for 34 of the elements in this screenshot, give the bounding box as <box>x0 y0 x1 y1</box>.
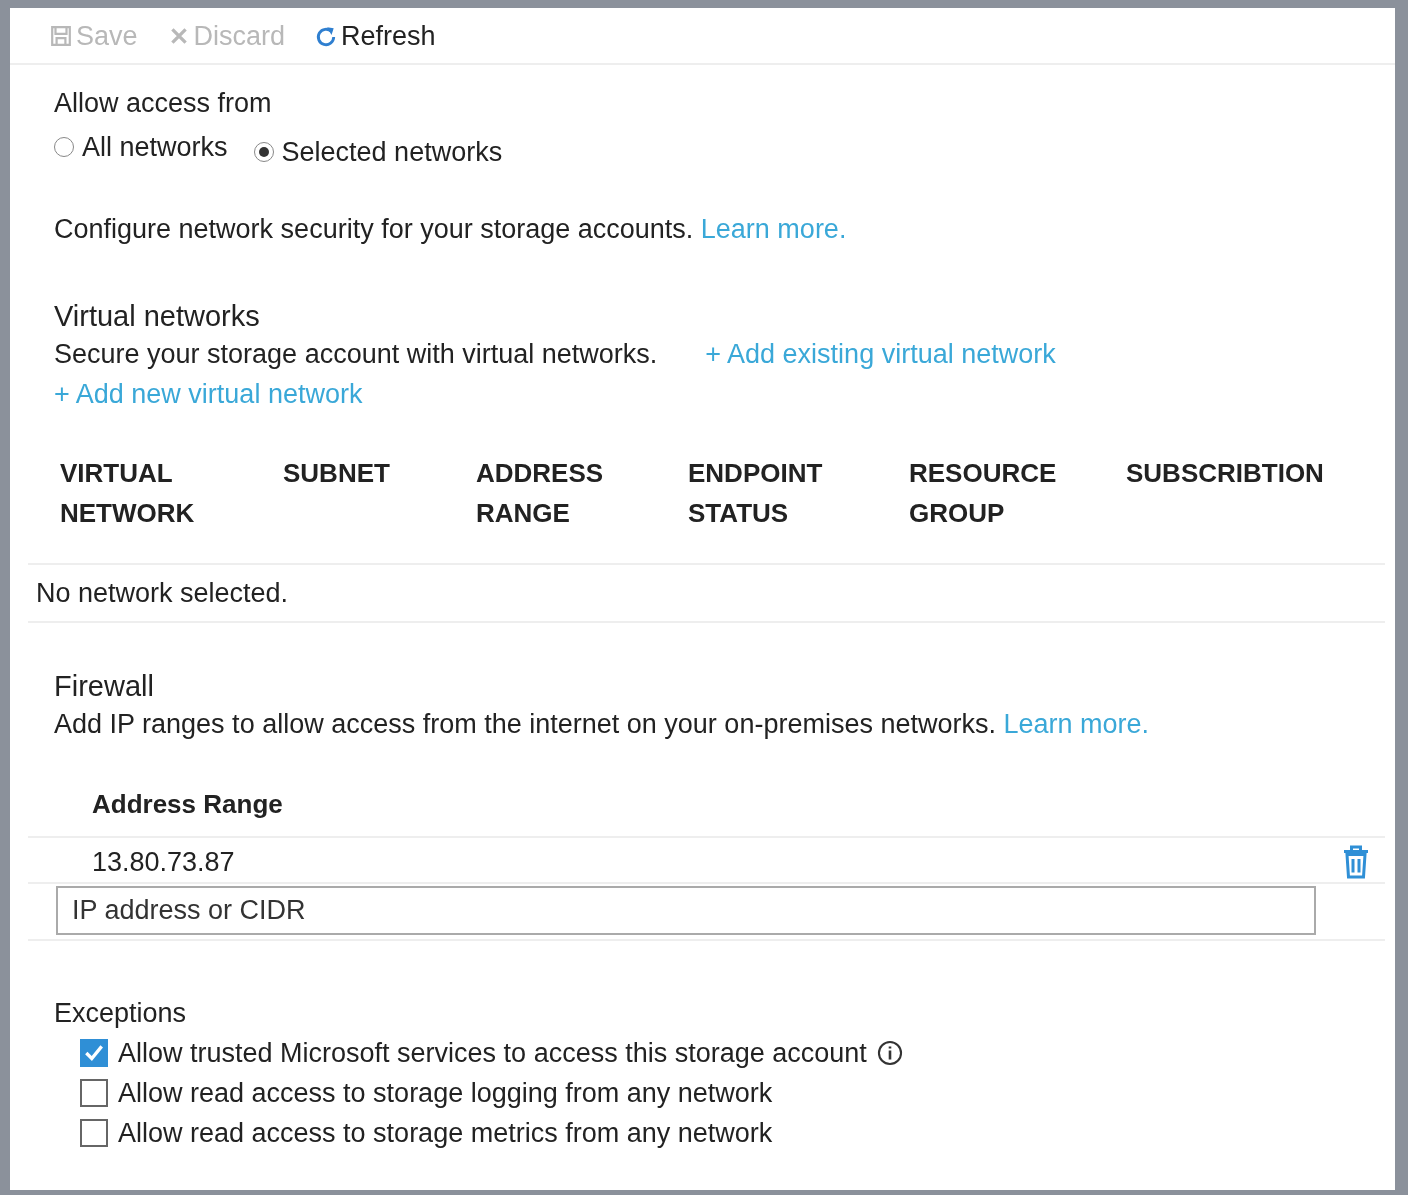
section-description: Add IP ranges to allow access from the internet on your on-premises networks. Learn more. <box>54 708 1151 742</box>
checkbox-label: Allow read access to storage logging from any network <box>118 1077 773 1111</box>
checkbox-label: Allow trusted Microsoft services to access this storage account <box>118 1037 867 1071</box>
column-header: SUBSCRIBTION <box>1126 456 1325 490</box>
table-cell-text: 13.80.73.87 <box>92 845 235 879</box>
checkbox[interactable] <box>80 1079 108 1108</box>
column-header: ADDRESS RANGE <box>476 456 605 530</box>
section-description: Secure your storage account with virtual networks. <box>54 337 658 371</box>
column-header: VIRTUAL NETWORK <box>60 456 196 530</box>
refresh-icon <box>315 25 338 48</box>
intro-text: Configure network security for your storage accounts. Learn more. <box>54 212 848 246</box>
radio-option[interactable]: Selected networks <box>253 132 503 173</box>
checkbox[interactable] <box>80 1039 108 1068</box>
learn-more-link[interactable]: Learn more. <box>1003 709 1150 740</box>
checkbox[interactable] <box>80 1119 108 1148</box>
learn-more-link[interactable]: Learn more. <box>700 213 847 244</box>
column-header: SUBNET <box>283 456 391 490</box>
section-label: Allow access from <box>54 86 273 120</box>
save-icon <box>50 25 72 48</box>
section-label: Exceptions <box>54 996 188 1030</box>
column-header: RESOURCE GROUP <box>909 456 1058 530</box>
radio-option[interactable]: All networks <box>54 127 228 168</box>
section-title: Virtual networks <box>54 299 261 334</box>
add-network-link[interactable]: + Add existing virtual network <box>705 333 1056 375</box>
checkbox-label: Allow read access to storage metrics from any network <box>118 1117 773 1151</box>
ip-address-field[interactable]: IP address or CIDR <box>56 886 1316 935</box>
info-icon[interactable] <box>876 1040 903 1067</box>
section-title: Firewall <box>54 669 155 705</box>
column-header: Address Range <box>92 788 283 819</box>
trash-icon[interactable] <box>1341 844 1371 879</box>
add-network-link[interactable]: + Add new virtual network <box>54 379 363 410</box>
empty-message: No network selected. <box>36 577 289 608</box>
column-header: ENDPOINT STATUS <box>688 456 824 530</box>
refresh-button[interactable]: Refresh <box>315 16 436 57</box>
